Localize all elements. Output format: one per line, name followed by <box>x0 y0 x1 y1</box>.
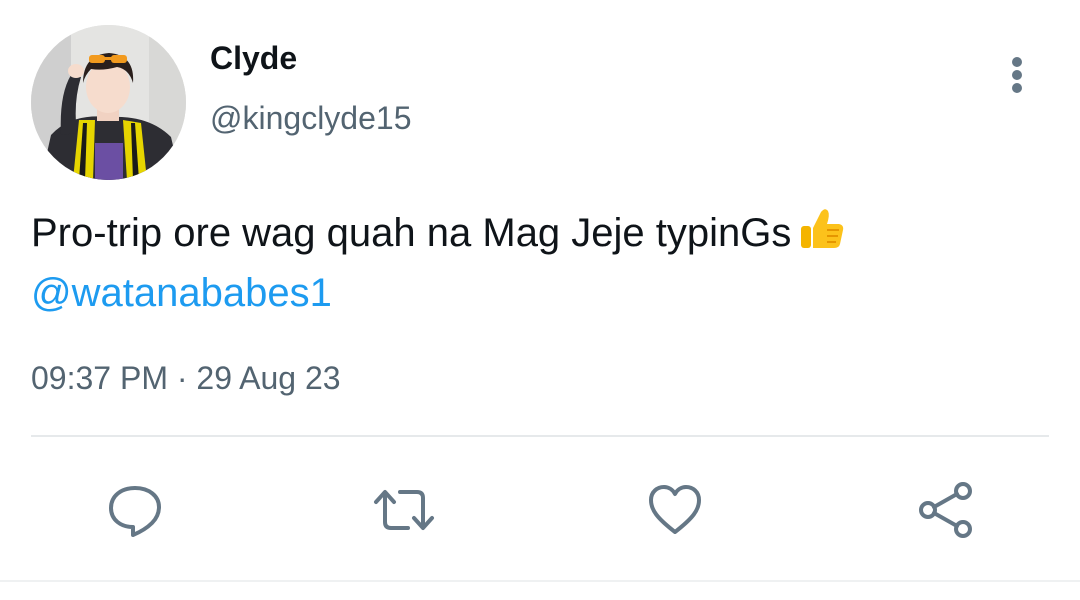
tweet-text: Pro-trip ore wag quah na Mag Jeje typinG… <box>31 204 1041 320</box>
tweet-timestamp[interactable]: 09:37 PM · 29 Aug 23 <box>31 358 341 398</box>
heart-icon <box>649 485 701 534</box>
user-handle[interactable]: @kingclyde15 <box>210 98 411 138</box>
display-name[interactable]: Clyde <box>210 38 297 78</box>
tweet-time: 09:37 PM <box>31 360 168 396</box>
more-options-button[interactable] <box>996 52 1038 98</box>
share-button[interactable] <box>913 478 977 542</box>
comment-icon <box>109 486 161 537</box>
mention-link[interactable]: @watanababes1 <box>31 271 332 315</box>
more-vertical-icon <box>1012 57 1022 93</box>
retweet-icon <box>374 490 434 530</box>
tweet-date: 29 Aug 23 <box>196 360 341 396</box>
share-icon <box>919 482 972 538</box>
reply-button[interactable] <box>103 478 167 542</box>
bottom-divider <box>0 580 1080 582</box>
divider <box>31 435 1049 437</box>
timestamp-separator: · <box>176 360 188 396</box>
tweet-body: Pro-trip ore wag quah na Mag Jeje typinG… <box>31 211 792 255</box>
like-button[interactable] <box>643 478 707 542</box>
retweet-button[interactable] <box>372 478 436 542</box>
avatar-image <box>31 25 186 180</box>
thumbs-up-emoji <box>797 204 845 266</box>
avatar[interactable] <box>31 25 186 180</box>
